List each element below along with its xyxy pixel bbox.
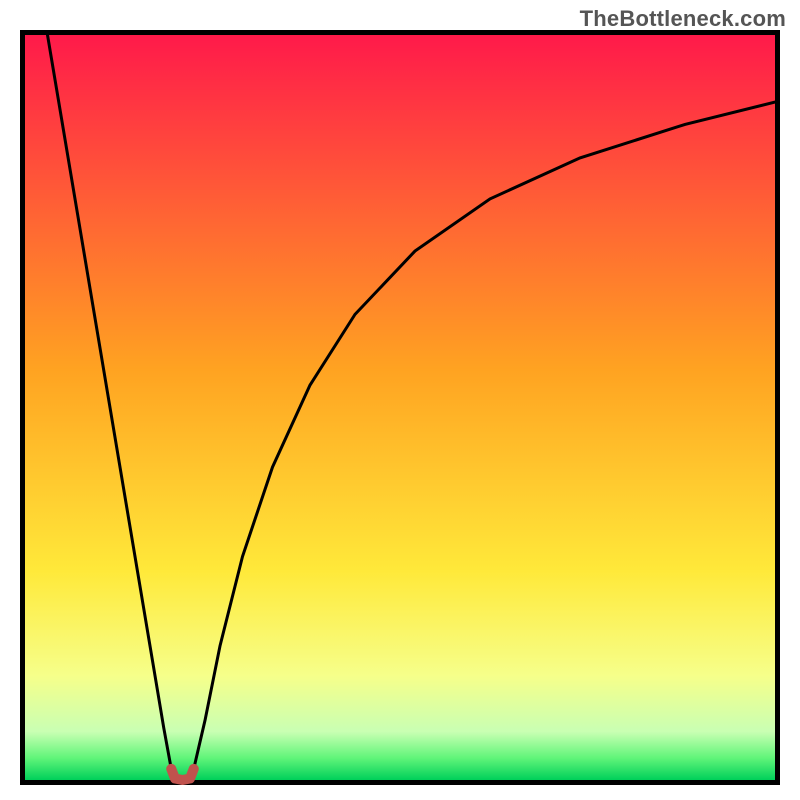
chart-svg — [20, 30, 780, 785]
watermark-text: TheBottleneck.com — [580, 6, 786, 32]
chart-area — [20, 30, 780, 785]
